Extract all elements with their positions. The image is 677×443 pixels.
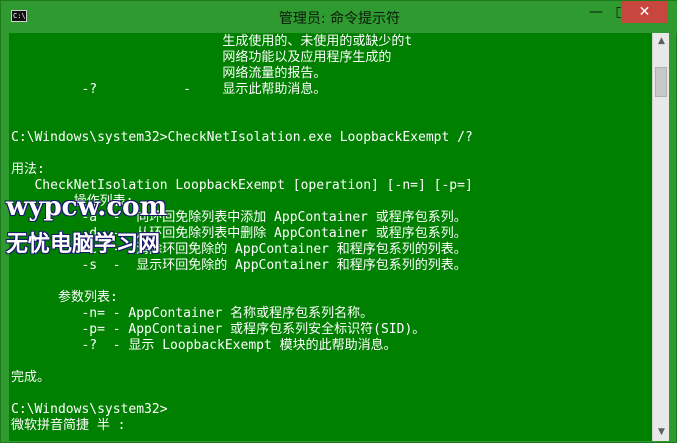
console-line: 完成。 [11, 370, 51, 385]
console-line: 网络流量的报告。 [11, 66, 327, 81]
close-button[interactable]: ✕ [621, 1, 668, 23]
scroll-up-icon[interactable]: ▲ [653, 33, 670, 50]
console-line: -? - 显示 LoopbackExempt 模块的此帮助消息。 [11, 338, 397, 353]
console-prompt: C:\Windows\system32> [11, 402, 168, 417]
console-line: -? - 显示此帮助消息。 [11, 82, 327, 97]
console-line: -n= - AppContainer 名称或程序包系列名称。 [11, 306, 374, 321]
title-bar[interactable]: C:\ 管理员: 命令提示符 — □ ✕ [1, 1, 677, 33]
window-title: 管理员: 命令提示符 [278, 11, 401, 27]
console-line: 生成使用的、未使用的或缺少的t [11, 34, 413, 49]
console-line: -s - 显示环回免除的 AppContainer 和程序包系列的列表。 [11, 258, 467, 273]
watermark-url: wypcw.com [6, 192, 168, 222]
scroll-thumb[interactable] [655, 67, 667, 97]
console-line: 参数列表: [11, 290, 118, 305]
ime-status-line: 微软拼音简捷 半 : [11, 418, 126, 433]
watermark-site-name: 无忧电脑学习网 [6, 231, 161, 257]
scroll-down-icon[interactable]: ▼ [653, 424, 670, 441]
minimize-button[interactable]: — [583, 1, 609, 23]
console-line: C:\Windows\system32>CheckNetIsolation.ex… [11, 130, 473, 145]
vertical-scrollbar[interactable]: ▲ ▼ [652, 33, 669, 441]
console-line: -p= - AppContainer 或程序包系列安全标识符(SID)。 [11, 322, 426, 337]
console-line: 用法: [11, 162, 45, 177]
console-line: 网络功能以及应用程序生成的 [11, 50, 392, 65]
